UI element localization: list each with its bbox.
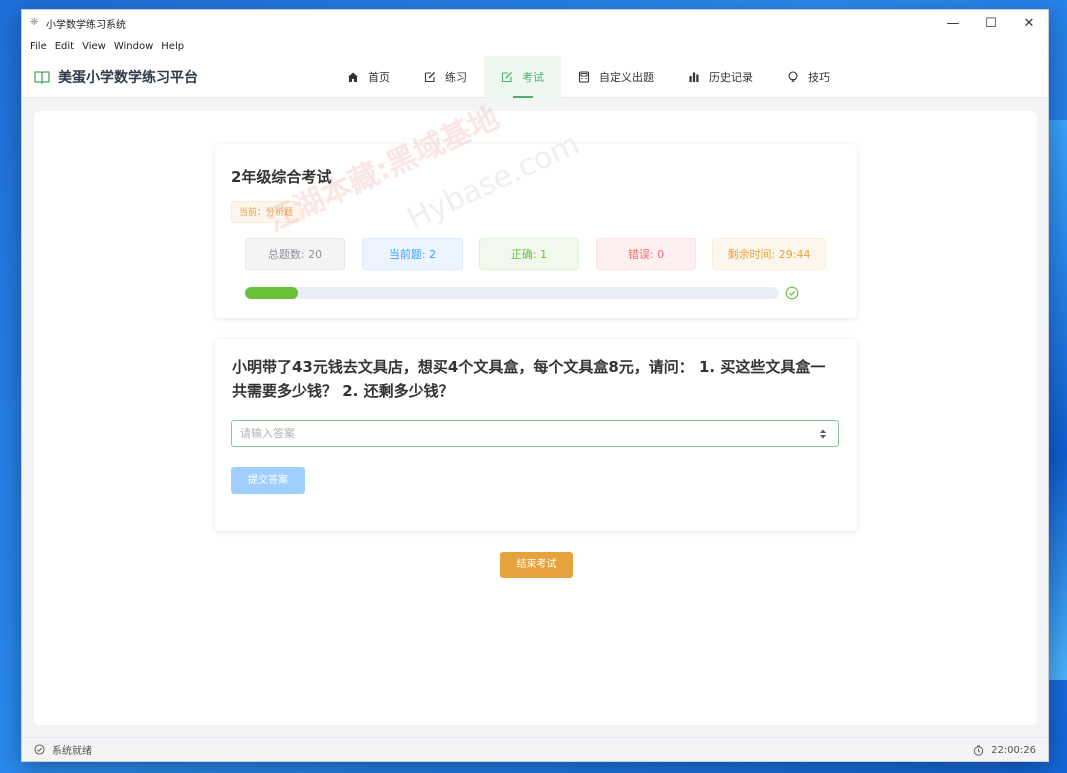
status-bar: 系统就绪 22:00:26 <box>22 737 1048 761</box>
exam-info-card: 2年级综合考试 当前：分析题 总题数: 20 当前题: 2 正确: 1 错误: … <box>215 144 857 318</box>
nav-tabs: 首页 练习 考试 自定义出题 历史记录 技巧 <box>330 56 847 98</box>
answer-input[interactable] <box>232 421 814 446</box>
brand-title: 美蛋小学数学练习平台 <box>58 69 198 86</box>
tab-history[interactable]: 历史记录 <box>671 56 770 98</box>
tab-exam[interactable]: 考试 <box>484 56 561 98</box>
tab-label: 练习 <box>445 71 467 84</box>
home-icon <box>347 71 359 83</box>
app-icon: ❈ <box>30 17 39 28</box>
check-circle-icon <box>34 744 45 755</box>
stat-current: 当前题: 2 <box>362 238 463 270</box>
question-text: 小明带了43元钱去文具店，想买4个文具盒，每个文具盒8元，请问： 1. 买这些文… <box>232 358 826 400</box>
answer-field[interactable] <box>231 420 839 447</box>
app-window: ❈ 小学数学练习系统 — ☐ ✕ File Edit View Window H… <box>21 9 1049 762</box>
window-controls: — ☐ ✕ <box>934 10 1048 36</box>
submit-answer-button[interactable]: 提交答案 <box>231 467 305 494</box>
status-time: 22:00:26 <box>991 744 1036 756</box>
stat-time-left: 剩余时间: 29:44 <box>712 238 826 270</box>
menu-edit[interactable]: Edit <box>51 41 78 52</box>
stat-wrong: 错误: 0 <box>596 238 696 270</box>
minimize-button[interactable]: — <box>934 10 972 36</box>
tab-label: 首页 <box>368 71 390 84</box>
tab-label: 考试 <box>522 71 544 84</box>
edit-icon <box>424 71 436 83</box>
status-text: 系统就绪 <box>52 746 92 757</box>
tab-label: 技巧 <box>808 71 830 84</box>
question-card: 小明带了43元钱去文具店，想买4个文具盒，每个文具盒8元，请问： 1. 买这些文… <box>215 339 857 531</box>
tab-home[interactable]: 首页 <box>330 56 407 98</box>
stat-correct: 正确: 1 <box>479 238 579 270</box>
exam-stats: 总题数: 20 当前题: 2 正确: 1 错误: 0 剩余时间: 29:44 <box>215 238 857 270</box>
clock-icon <box>973 744 984 756</box>
exam-title: 2年级综合考试 <box>231 168 332 186</box>
menu-window[interactable]: Window <box>110 41 157 52</box>
status-message: 系统就绪 <box>34 742 92 757</box>
menu-view[interactable]: View <box>78 41 110 52</box>
tab-custom-questions[interactable]: 自定义出题 <box>561 56 671 98</box>
main-content: 2年级综合考试 当前：分析题 总题数: 20 当前题: 2 正确: 1 错误: … <box>34 111 1037 725</box>
window-title: 小学数学练习系统 <box>46 19 126 31</box>
end-exam-button[interactable]: 结束考试 <box>500 552 573 578</box>
maximize-button[interactable]: ☐ <box>972 10 1010 36</box>
book-icon <box>34 70 50 84</box>
menu-bar: File Edit View Window Help <box>22 36 1048 56</box>
current-question-type-tag: 当前：分析题 <box>231 201 302 223</box>
tab-tips[interactable]: 技巧 <box>770 56 847 98</box>
exam-progress-bar <box>245 287 779 299</box>
menu-help[interactable]: Help <box>157 41 188 52</box>
check-circle-icon <box>785 286 799 300</box>
tab-label: 自定义出题 <box>599 71 654 84</box>
brand[interactable]: 美蛋小学数学练习平台 <box>34 56 198 97</box>
calculator-icon <box>578 71 590 83</box>
stat-total: 总题数: 20 <box>245 238 345 270</box>
title-bar: ❈ 小学数学练习系统 — ☐ ✕ <box>22 10 1048 36</box>
tab-label: 历史记录 <box>709 71 753 84</box>
number-stepper[interactable] <box>814 421 832 446</box>
status-clock: 22:00:26 <box>973 738 1036 762</box>
stepper-arrows-icon <box>820 429 826 438</box>
close-button[interactable]: ✕ <box>1010 10 1048 36</box>
tab-practice[interactable]: 练习 <box>407 56 484 98</box>
progress-fill <box>245 287 299 299</box>
bar-chart-icon <box>688 71 700 83</box>
menu-file[interactable]: File <box>26 41 51 52</box>
top-navbar: 美蛋小学数学练习平台 首页 练习 考试 自定义出题 历史记录 技巧 <box>22 56 1048 98</box>
edit-icon <box>501 71 513 83</box>
lightbulb-icon <box>787 71 799 83</box>
